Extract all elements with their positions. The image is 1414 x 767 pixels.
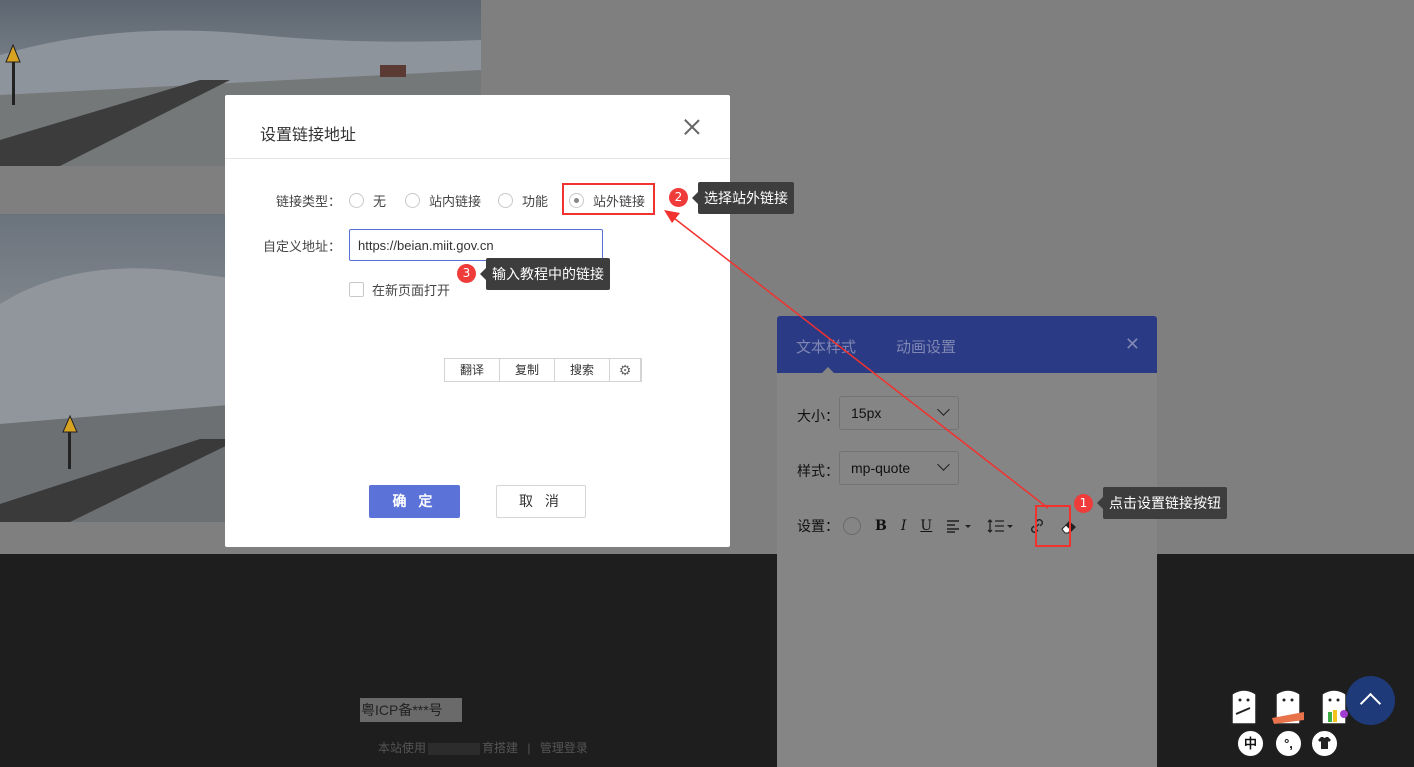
chevron-down-icon: [937, 458, 950, 471]
site-powered-prefix: 本站使用: [378, 741, 427, 755]
language-button[interactable]: 中: [1237, 730, 1264, 757]
skin-button[interactable]: [1311, 730, 1338, 757]
size-select[interactable]: 15px: [839, 396, 959, 430]
close-icon[interactable]: [684, 119, 700, 135]
url-input[interactable]: [349, 229, 603, 261]
search-button[interactable]: 搜索: [555, 359, 611, 381]
open-new-page-label: 在新页面打开: [372, 283, 451, 298]
text-style-panel: 文本样式 动画设置 ✕ 大小： 15px 样式： mp-quote 设置： B …: [777, 316, 1157, 767]
radio-circle: [405, 193, 420, 208]
link-button-highlight: [1035, 505, 1071, 547]
open-new-page-checkbox[interactable]: [349, 282, 364, 297]
line-height-icon[interactable]: [986, 518, 1014, 534]
mascot-icon[interactable]: [1270, 688, 1306, 728]
admin-login-link[interactable]: 管理登录: [540, 741, 588, 755]
radio-internal-link[interactable]: 站内链接: [405, 191, 481, 210]
annotation-badge-1: 1: [1074, 494, 1093, 513]
tab-animation-settings[interactable]: 动画设置: [896, 336, 956, 357]
icp-record: 粤ICP备***号: [360, 698, 462, 722]
size-label: 大小：: [797, 408, 839, 424]
gear-icon[interactable]: ⚙: [610, 359, 642, 381]
link-type-label: 链接类型：: [276, 194, 342, 209]
style-value: mp-quote: [851, 460, 911, 476]
annotation-tip-3: 输入教程中的链接: [480, 258, 610, 290]
punctuation-button[interactable]: °,: [1275, 730, 1302, 757]
annotation-tip-2: 选择站外链接: [692, 182, 794, 214]
dialog-divider: [225, 158, 730, 159]
dialog-title: 设置链接地址: [260, 127, 357, 144]
mascot-icon[interactable]: [1226, 688, 1262, 728]
active-tab-indicator: [821, 367, 835, 374]
redacted-text: [428, 742, 481, 755]
align-icon[interactable]: [946, 519, 972, 533]
link-settings-dialog: 设置链接地址 链接类型： 无 站内链接 功能 站外链接 自定义地址： 在新页面打…: [225, 95, 730, 547]
radio-circle: [498, 193, 513, 208]
underline-button[interactable]: U: [920, 518, 932, 534]
external-link-highlight: [562, 183, 655, 215]
radio-none[interactable]: 无: [349, 191, 386, 210]
scroll-to-top-button[interactable]: [1346, 676, 1395, 725]
radio-function[interactable]: 功能: [498, 191, 548, 210]
radio-label: 站内链接: [429, 194, 482, 209]
tab-text-style[interactable]: 文本样式: [796, 336, 856, 357]
selection-toolbar: 翻译 复制 搜索 ⚙: [444, 358, 643, 382]
size-value: 15px: [851, 405, 882, 421]
translate-button[interactable]: 翻译: [445, 359, 501, 381]
custom-address-label: 自定义地址：: [263, 239, 342, 254]
copy-button[interactable]: 复制: [500, 359, 556, 381]
annotation-badge-3: 3: [457, 264, 476, 283]
footer-links: 本站使用 育搭建 | 管理登录: [378, 739, 588, 756]
cancel-button[interactable]: 取 消: [496, 485, 586, 518]
color-picker[interactable]: [843, 517, 861, 535]
italic-button[interactable]: I: [901, 518, 907, 534]
annotation-badge-2: 2: [669, 188, 688, 207]
style-panel-header: 文本样式 动画设置 ✕: [777, 316, 1157, 374]
open-new-page-option[interactable]: 在新页面打开: [349, 280, 450, 299]
chevron-down-icon: [937, 403, 950, 416]
radio-label: 无: [373, 194, 387, 209]
confirm-button[interactable]: 确 定: [369, 485, 460, 518]
style-select[interactable]: mp-quote: [839, 451, 959, 485]
page-footer: [0, 554, 1414, 767]
close-icon[interactable]: ✕: [1125, 334, 1140, 355]
bold-button[interactable]: B: [875, 518, 887, 534]
site-powered-suffix[interactable]: 育搭建: [482, 741, 518, 755]
settings-label: 设置：: [797, 518, 839, 534]
footer-separator: |: [527, 741, 531, 755]
radio-label: 功能: [522, 194, 549, 209]
radio-circle: [349, 193, 364, 208]
style-label: 样式：: [797, 463, 839, 479]
annotation-tip-1: 点击设置链接按钮: [1097, 487, 1227, 519]
